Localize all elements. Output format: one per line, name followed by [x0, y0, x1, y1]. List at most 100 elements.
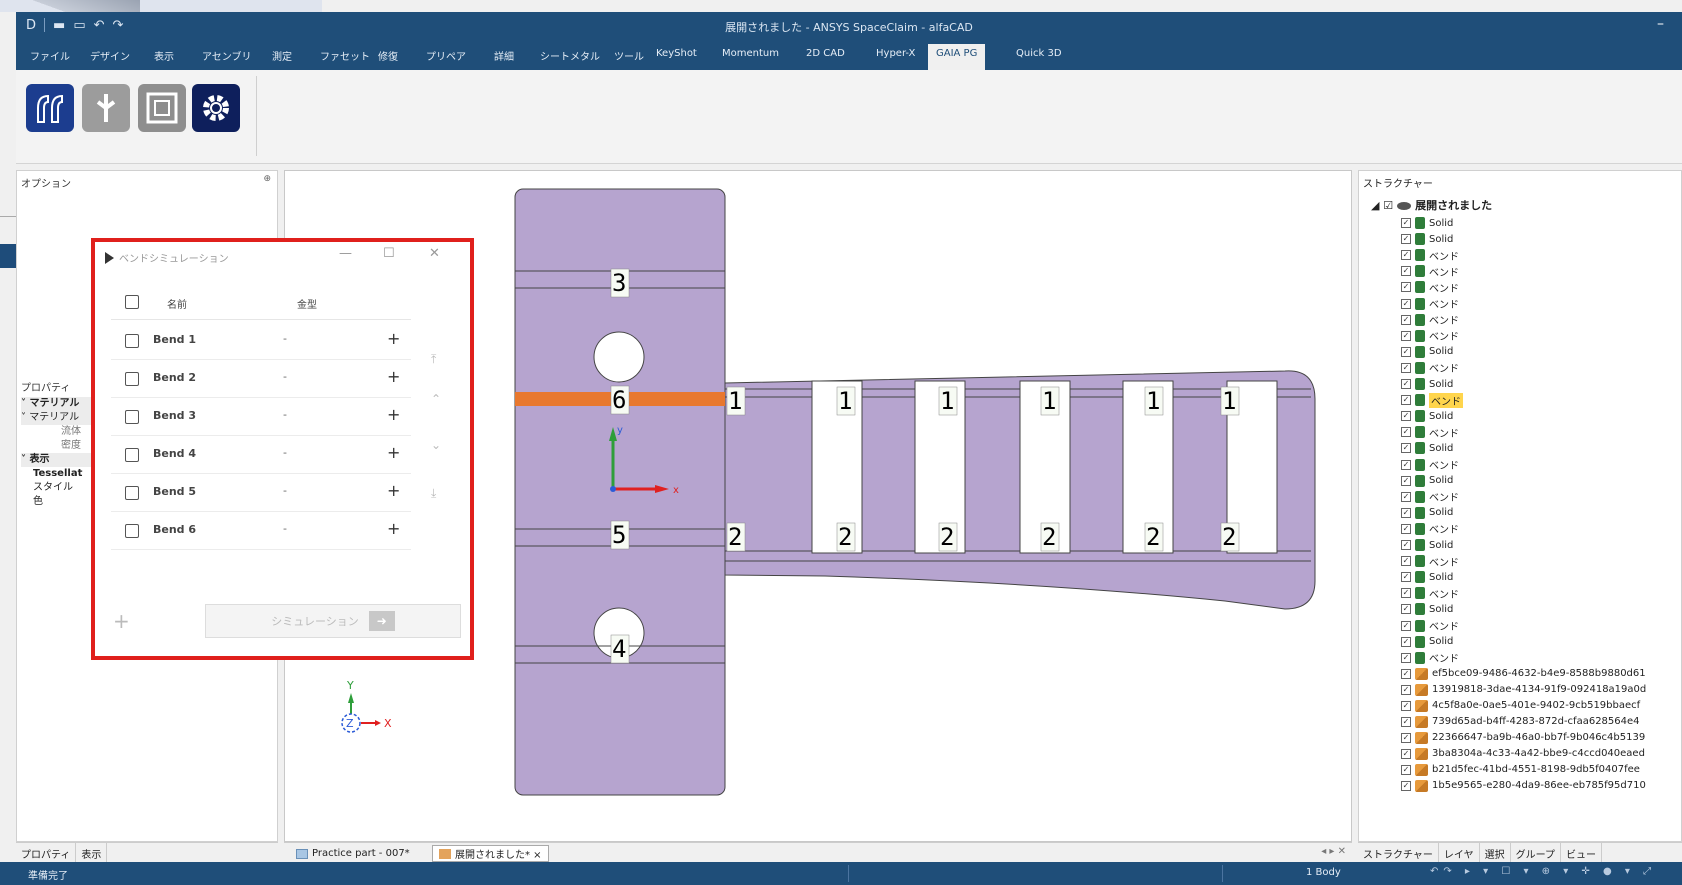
- menu-2dcad[interactable]: 2D CAD: [806, 48, 845, 59]
- menu-hyperx[interactable]: Hyper-X: [876, 48, 915, 59]
- structure-body-item[interactable]: ✓ Solid: [1401, 505, 1453, 521]
- visibility-checkbox[interactable]: ✓: [1401, 411, 1411, 422]
- menu-file[interactable]: ファイル: [30, 48, 70, 63]
- structure-body-item[interactable]: ✓ Solid: [1401, 440, 1453, 456]
- bend-checkbox[interactable]: [125, 372, 139, 386]
- structure-body-item[interactable]: ✓ ベンド: [1401, 650, 1459, 666]
- tab-display[interactable]: 表示: [76, 843, 108, 864]
- visibility-checkbox[interactable]: ✓: [1401, 362, 1411, 373]
- structure-body-item[interactable]: ✓ Solid: [1401, 215, 1453, 231]
- tab-properties[interactable]: プロパティ: [16, 843, 77, 864]
- pin-icon[interactable]: ⊕: [263, 174, 271, 184]
- bend-tool-button[interactable]: [26, 84, 74, 132]
- bend-checkbox[interactable]: [125, 524, 139, 538]
- visibility-checkbox[interactable]: ✓: [1401, 588, 1411, 599]
- structure-body-item[interactable]: ✓ Solid: [1401, 601, 1453, 617]
- structure-body-item[interactable]: ✓ Solid: [1401, 376, 1453, 392]
- structure-body-item[interactable]: ✓ ベンド: [1401, 360, 1459, 376]
- visibility-checkbox[interactable]: ✓: [1401, 780, 1411, 791]
- prop-material[interactable]: ˅ マテリアル: [21, 411, 101, 425]
- visibility-checkbox[interactable]: ✓: [1401, 298, 1411, 309]
- move-up-icon[interactable]: ⌃: [431, 392, 441, 406]
- menu-display[interactable]: 表示: [154, 48, 174, 63]
- menu-sheetmetal[interactable]: シートメタル: [540, 48, 600, 63]
- dialog-close-button[interactable]: ✕: [429, 246, 440, 261]
- structure-body-item[interactable]: ✓ ベンド: [1401, 489, 1459, 505]
- structure-body-item[interactable]: ✓ ベンド: [1401, 279, 1459, 295]
- visibility-checkbox[interactable]: ✓: [1401, 266, 1411, 277]
- menu-keyshot[interactable]: KeyShot: [656, 48, 697, 59]
- move-down-icon[interactable]: ⌄: [431, 438, 441, 452]
- structure-component-item[interactable]: ✓ ef5bce09-9486-4632-b4e9-8588b9880d61: [1401, 666, 1646, 682]
- view-axis-indicator[interactable]: Y Z X: [341, 679, 392, 733]
- bend-row-5[interactable]: Bend 5 - +: [111, 474, 411, 512]
- structure-body-item[interactable]: ✓ ベンド: [1401, 247, 1459, 263]
- structure-body-item[interactable]: ✓ Solid: [1401, 537, 1453, 553]
- doc-tab-unfolded[interactable]: 展開されました* ×: [432, 845, 549, 862]
- visibility-checkbox[interactable]: ✓: [1401, 684, 1411, 695]
- visibility-checkbox[interactable]: ✓: [1401, 732, 1411, 743]
- structure-component-item[interactable]: ✓ 739d65ad-b4ff-4283-872d-cfaa628564e4: [1401, 714, 1640, 730]
- menu-detail[interactable]: 詳細: [494, 48, 514, 63]
- tab-groups[interactable]: グループ: [1511, 843, 1562, 864]
- status-tool-icons[interactable]: ↶↷ ▸ ▾ ☐ ▾ ⊕ ▾ ✛ ● ▾ ⤢: [1430, 866, 1656, 877]
- structure-component-item[interactable]: ✓ 13919818-3dae-4134-91f9-092418a19a0d: [1401, 682, 1646, 698]
- visibility-checkbox[interactable]: ✓: [1401, 395, 1411, 406]
- tab-structure[interactable]: ストラクチャー: [1358, 843, 1439, 864]
- structure-component-item[interactable]: ✓ 1b5e9565-e280-4da9-86ee-eb785f95d710: [1401, 778, 1646, 794]
- structure-component-item[interactable]: ✓ 22366647-ba9b-46a0-bb7f-9b046c4b5139: [1401, 730, 1645, 746]
- settings-tool-button[interactable]: [192, 84, 240, 132]
- add-tooling-button[interactable]: +: [387, 405, 400, 424]
- visibility-checkbox[interactable]: ✓: [1401, 234, 1411, 245]
- visibility-checkbox[interactable]: ✓: [1401, 540, 1411, 550]
- menu-measure[interactable]: 測定: [272, 48, 292, 63]
- prop-group-display[interactable]: ˅ 表示: [21, 453, 101, 467]
- tab-layers[interactable]: レイヤ: [1439, 843, 1480, 864]
- bend-row-6[interactable]: Bend 6 - +: [111, 512, 411, 550]
- minimize-button[interactable]: –: [1657, 16, 1664, 32]
- dialog-maximize-button[interactable]: ☐: [383, 246, 395, 261]
- structure-body-item[interactable]: ✓ ベンド: [1401, 521, 1459, 537]
- hole-top[interactable]: [593, 331, 645, 383]
- bend-row-2[interactable]: Bend 2 - +: [111, 360, 411, 398]
- structure-body-item[interactable]: ✓ ベンド: [1401, 553, 1459, 569]
- visibility-checkbox[interactable]: ✓: [1401, 379, 1411, 389]
- structure-body-item[interactable]: ✓ Solid: [1401, 344, 1453, 360]
- structure-body-item[interactable]: ✓ Solid: [1401, 408, 1453, 424]
- menu-design[interactable]: デザイン: [90, 48, 130, 63]
- bend-checkbox[interactable]: [125, 486, 139, 500]
- structure-body-item[interactable]: ✓ ベンド: [1401, 263, 1459, 279]
- visibility-checkbox[interactable]: ✓: [1401, 764, 1411, 775]
- visibility-checkbox[interactable]: ✓: [1401, 636, 1411, 647]
- structure-body-item[interactable]: ✓ ベンド: [1401, 392, 1463, 408]
- visibility-checkbox[interactable]: ✓: [1401, 475, 1411, 486]
- structure-body-item[interactable]: ✓ ベンド: [1401, 585, 1459, 601]
- simulate-button[interactable]: シミュレーション ➜: [205, 604, 461, 638]
- bend-checkbox[interactable]: [125, 410, 139, 424]
- structure-body-item[interactable]: ✓ Solid: [1401, 569, 1453, 585]
- visibility-checkbox[interactable]: ✓: [1401, 572, 1411, 583]
- structure-body-item[interactable]: ✓ Solid: [1401, 634, 1453, 650]
- menu-momentum[interactable]: Momentum: [722, 48, 779, 59]
- move-top-icon[interactable]: ⤒: [431, 352, 436, 367]
- tab-selection[interactable]: 選択: [1480, 843, 1511, 864]
- visibility-checkbox[interactable]: ✓: [1401, 250, 1411, 261]
- menu-prepare[interactable]: プリペア: [426, 48, 466, 63]
- structure-root[interactable]: ◢ ☑ 展開されました: [1371, 197, 1492, 213]
- visibility-checkbox[interactable]: ✓: [1401, 218, 1411, 228]
- add-tooling-button[interactable]: +: [387, 329, 400, 348]
- visibility-checkbox[interactable]: ✓: [1401, 523, 1411, 534]
- structure-body-item[interactable]: ✓ ベンド: [1401, 312, 1459, 328]
- visibility-checkbox[interactable]: ✓: [1401, 716, 1411, 727]
- visibility-checkbox[interactable]: ✓: [1401, 748, 1411, 759]
- add-tooling-button[interactable]: +: [387, 443, 400, 462]
- add-tooling-button[interactable]: +: [387, 481, 400, 500]
- menu-facet[interactable]: ファセット: [320, 48, 370, 63]
- visibility-checkbox[interactable]: ✓: [1401, 668, 1411, 679]
- visibility-checkbox[interactable]: ✓: [1401, 604, 1411, 615]
- bend-checkbox[interactable]: [125, 448, 139, 462]
- prop-group-material[interactable]: ˅ マテリアル: [21, 397, 101, 411]
- visibility-checkbox[interactable]: ✓: [1401, 459, 1411, 470]
- structure-body-item[interactable]: ✓ Solid: [1401, 231, 1453, 247]
- structure-body-item[interactable]: ✓ ベンド: [1401, 328, 1459, 344]
